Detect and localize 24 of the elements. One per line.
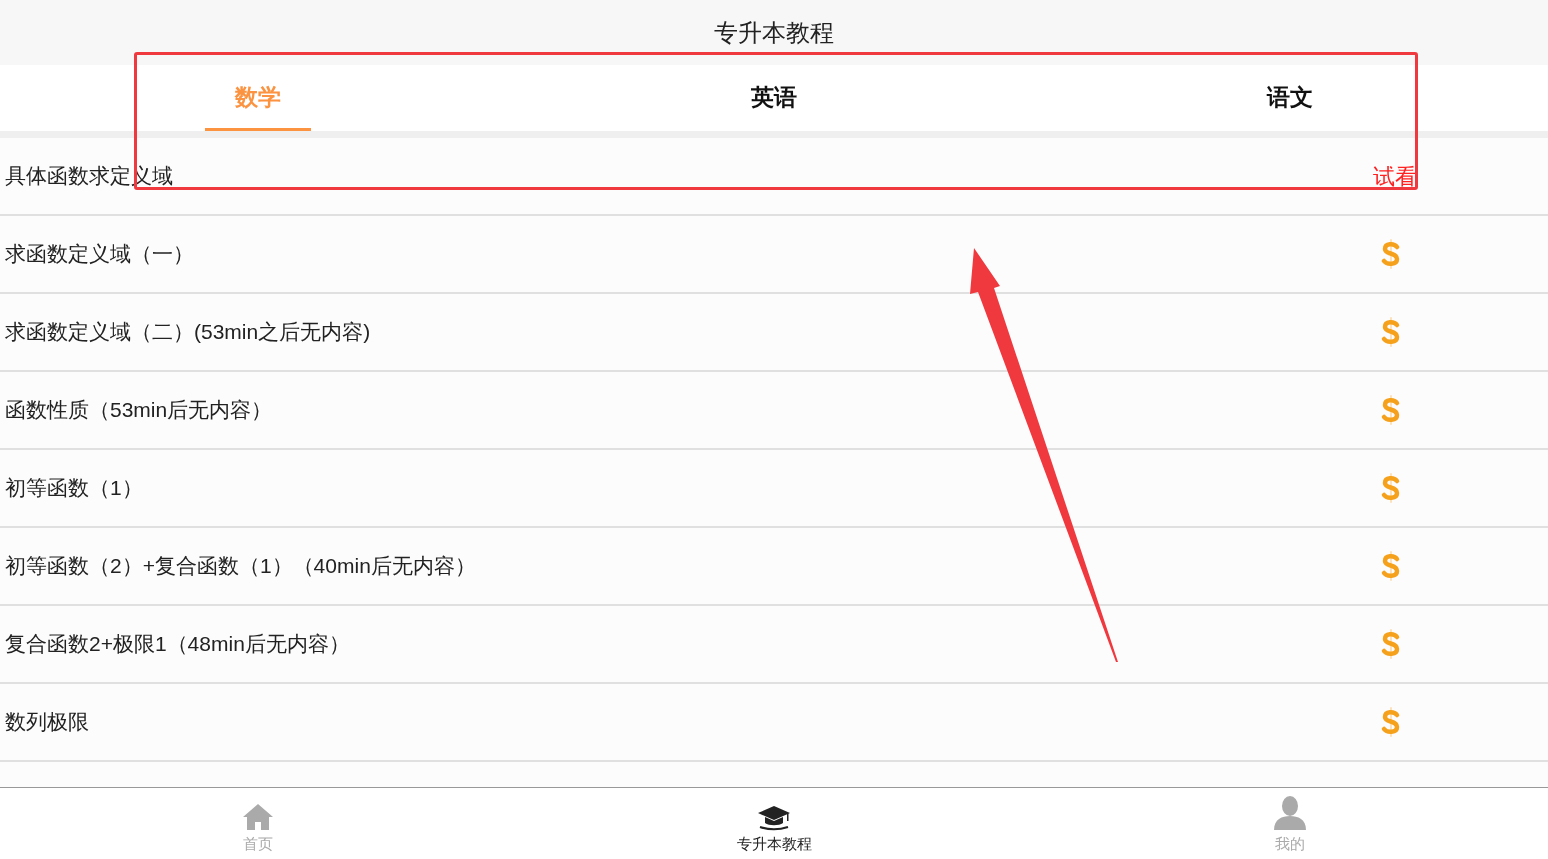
lesson-title: 复合函数2+极限1（48min后无内容）: [5, 631, 350, 658]
lesson-title: 求函数定义域（二）(53min之后无内容): [5, 319, 371, 346]
dollar-icon: [1380, 316, 1402, 348]
lesson-title: 求函数定义域（一）: [5, 241, 194, 268]
page-title: 专升本教程: [714, 17, 834, 48]
lesson-title: 初等函数（1）: [5, 475, 143, 502]
lesson-title: 初等函数（2）+复合函数（1）（40min后无内容）: [5, 553, 476, 580]
lesson-title: 数列极限: [5, 709, 89, 736]
subject-tab[interactable]: 英语: [721, 67, 827, 131]
house-icon: [242, 802, 274, 831]
nav-tab[interactable]: 专升本教程: [736, 788, 812, 859]
lesson-title: 函数性质（53min后无内容）: [5, 397, 273, 424]
trial-label: 试看: [1373, 162, 1417, 191]
dollar-icon: [1380, 550, 1402, 582]
graduation-cap-icon: [757, 804, 791, 831]
person-icon: [1272, 794, 1308, 831]
dollar-icon: [1380, 628, 1402, 660]
dollar-icon: [1380, 394, 1402, 426]
subject-tab[interactable]: 语文: [1237, 67, 1343, 131]
dollar-icon: [1380, 472, 1402, 504]
dollar-icon: [1380, 706, 1402, 738]
dollar-icon: [1380, 238, 1402, 270]
lesson-row[interactable]: 复合函数2+极限1（48min后无内容）: [0, 606, 1548, 684]
lesson-row[interactable]: 数列极限: [0, 684, 1548, 762]
